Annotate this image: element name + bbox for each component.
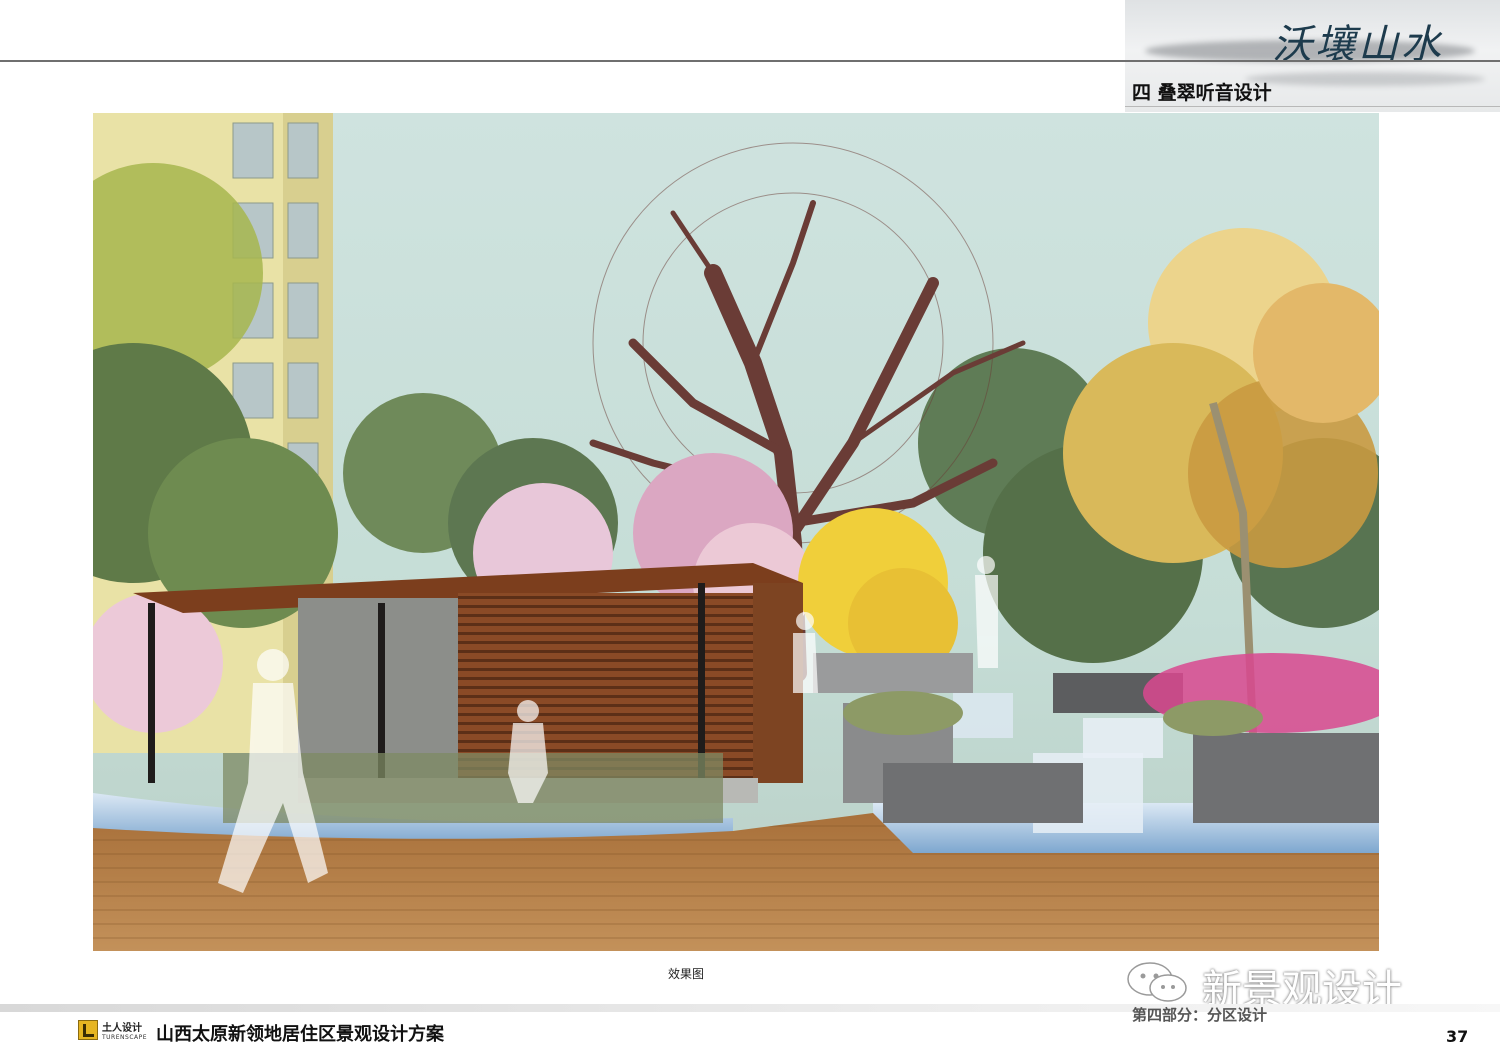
footer-band xyxy=(0,1004,1500,1012)
landscape-rendering-image xyxy=(93,113,1379,951)
watermark: 新景观设计 xyxy=(1118,955,1458,1013)
logo-mark xyxy=(83,1024,94,1037)
header-divider xyxy=(0,60,1500,62)
page-number: 37 xyxy=(1446,1027,1469,1046)
project-title: 山西太原新领地居住区景观设计方案 xyxy=(156,1024,444,1045)
ink-stroke xyxy=(1245,72,1485,86)
logo-name-en: TURENSCAPE xyxy=(102,1034,148,1041)
figure-caption: 效果图 xyxy=(668,967,705,981)
turenscape-logo xyxy=(78,1020,98,1040)
logo-name-cn: 土人设计 xyxy=(102,1023,142,1034)
wechat-icon xyxy=(1127,962,1187,1002)
header-subdivider xyxy=(1125,106,1500,107)
part-label: 第四部分：分区设计 xyxy=(1132,1006,1268,1024)
section-title: 四 叠翠听音设计 xyxy=(1132,82,1272,104)
